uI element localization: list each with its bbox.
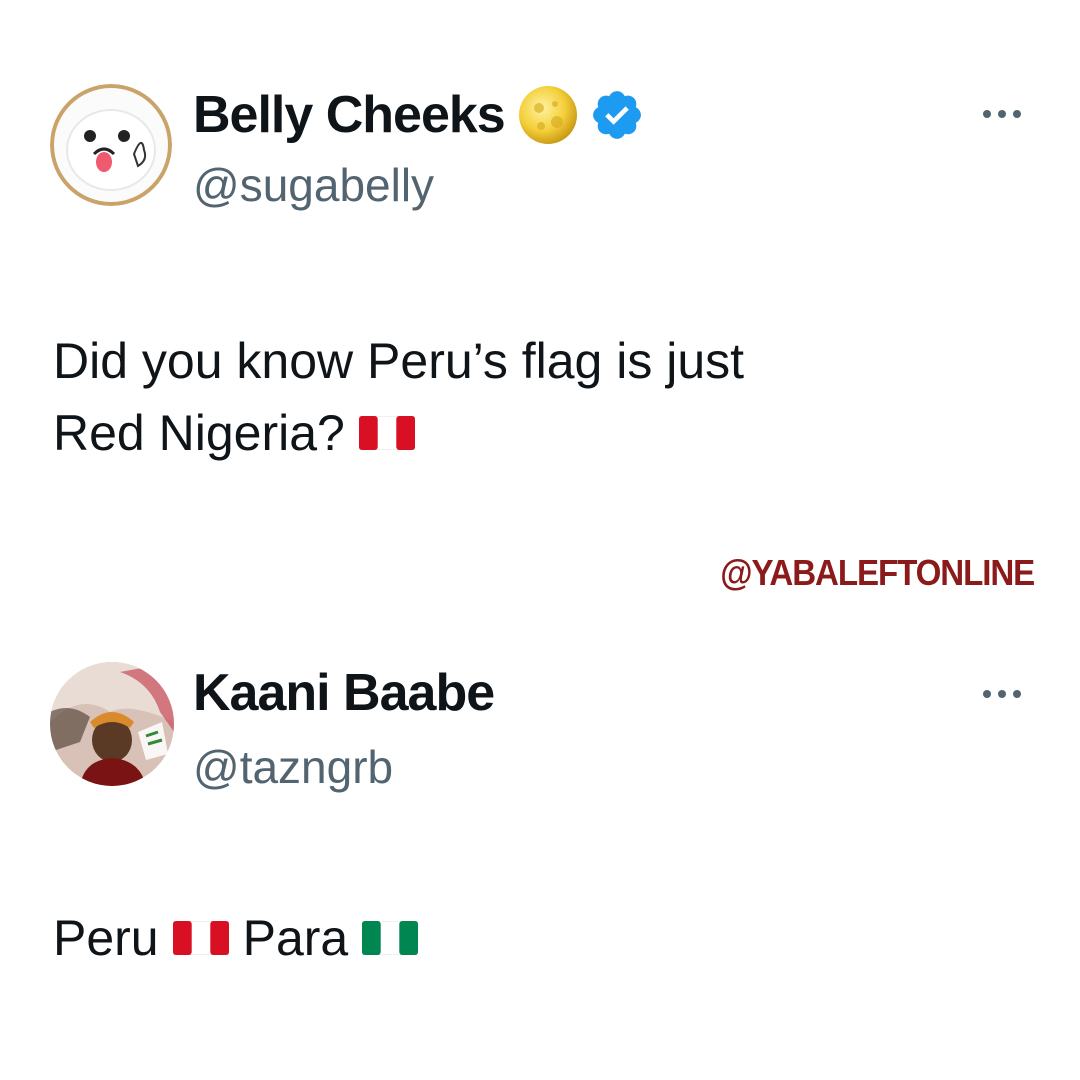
moon-icon [518, 86, 577, 144]
watermark: @YABALEFTONLINE [720, 552, 1035, 593]
tweet-text-part: Peru [53, 910, 159, 966]
nigeria-flag-icon [362, 921, 419, 955]
author-display-name[interactable]: Belly Cheeks [193, 85, 506, 145]
tweet-text-line: Red Nigeria? [53, 405, 345, 461]
tweet-text: Peru Para [53, 902, 1013, 974]
peru-flag-icon [358, 416, 415, 450]
tweet-card[interactable]: Kaani Baabe @tazngrb Peru Para [0, 640, 1080, 1080]
peru-flag-icon [172, 921, 229, 955]
avatar[interactable] [50, 84, 172, 206]
avatar-image [50, 84, 172, 206]
author-handle[interactable]: @tazngrb [193, 740, 393, 794]
author-name-row: Kaani Baabe [193, 662, 495, 724]
more-options-icon[interactable] [977, 104, 1027, 124]
verified-badge-icon[interactable] [589, 87, 645, 143]
tweet-text-line: Did you know Peru’s flag is just [53, 333, 745, 389]
avatar-image [50, 662, 174, 786]
more-options-icon[interactable] [977, 684, 1027, 704]
avatar[interactable] [50, 662, 174, 786]
author-name-row: Belly Cheeks [193, 82, 645, 148]
tweet-card[interactable]: Belly Cheeks @sugabelly Did you know Per… [0, 0, 1080, 640]
tweet-text: Did you know Peru’s flag is just Red Nig… [53, 325, 1013, 469]
tweet-text-part: Para [242, 910, 349, 966]
author-display-name[interactable]: Kaani Baabe [193, 663, 495, 723]
author-handle[interactable]: @sugabelly [193, 158, 434, 212]
